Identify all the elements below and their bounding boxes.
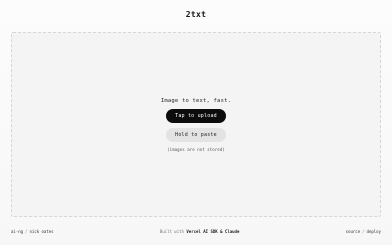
app-title: 2txt (185, 10, 207, 19)
tagline: Image to text, fast. (160, 97, 232, 104)
footer-link-ai-ng[interactable]: ai-ng (11, 229, 23, 234)
footer-link-author[interactable]: nick oates (29, 229, 53, 234)
footer-credits: Built with Vercel AI SDK & Claude (160, 229, 240, 234)
privacy-note: (images are not stored) (167, 146, 225, 152)
footer-left: ai-ng / nick oates (11, 229, 54, 234)
paste-button[interactable]: Hold to paste (166, 127, 226, 142)
footer-link-deploy[interactable]: deploy (367, 229, 381, 234)
footer-credits-stack: Vercel AI SDK & Claude (186, 229, 240, 234)
footer-credits-prefix: Built with (159, 229, 184, 234)
footer-right: source / deploy (346, 229, 381, 234)
footer-link-source[interactable]: source (346, 229, 360, 234)
page: 2txt Image to text, fast. Tap to upload … (0, 0, 392, 245)
upload-button[interactable]: Tap to upload (166, 108, 226, 123)
footer: ai-ng / nick oates Built with Vercel AI SD… (11, 229, 381, 234)
image-dropzone[interactable]: Image to text, fast. Tap to upload Hold … (11, 32, 381, 217)
